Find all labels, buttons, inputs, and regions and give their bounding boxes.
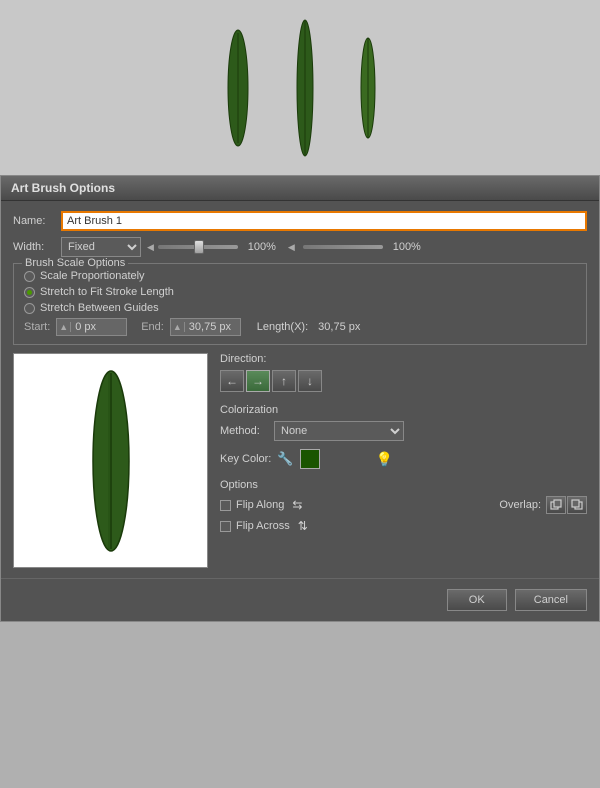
slider1-left-arrow: ◀	[147, 242, 154, 253]
method-select[interactable]: None	[274, 421, 404, 441]
dir-right-btn[interactable]: →	[246, 370, 270, 392]
group-title: Brush Scale Options	[22, 257, 128, 269]
slider1-track[interactable]	[158, 245, 238, 249]
cancel-button[interactable]: Cancel	[515, 589, 587, 611]
slider1-value: 100%	[242, 241, 276, 253]
end-stepper[interactable]: ▲	[171, 322, 185, 332]
dialog-title: Art Brush Options	[1, 176, 599, 201]
direction-label: Direction:	[220, 353, 587, 365]
end-value: 30,75 px	[185, 321, 240, 333]
scale-proportionately-radio[interactable]	[24, 271, 35, 282]
stretch-between-label: Stretch Between Guides	[40, 302, 159, 314]
slider2-value: 100%	[387, 241, 421, 253]
colorization-section: Colorization Method: None Key Color: 🔧 💡	[220, 404, 587, 469]
end-input-wrap[interactable]: ▲ 30,75 px	[170, 318, 241, 336]
options-section: Options Flip Along ⇆ Overlap:	[220, 479, 587, 533]
stretch-between-row[interactable]: Stretch Between Guides	[24, 302, 576, 314]
key-color-label: Key Color:	[220, 453, 271, 465]
leaf-3	[353, 33, 383, 143]
flip-along-row: Flip Along ⇆ Overlap:	[220, 496, 587, 514]
method-label: Method:	[220, 425, 268, 437]
name-input[interactable]	[61, 211, 587, 231]
length-label: Length(X):	[257, 321, 308, 333]
brush-leaf-large	[81, 361, 141, 561]
brush-preview-area	[0, 0, 600, 175]
button-row: OK Cancel	[1, 578, 599, 621]
stretch-to-fit-row[interactable]: Stretch to Fit Stroke Length	[24, 286, 576, 298]
light-icon[interactable]: 💡	[376, 451, 393, 468]
overlap-buttons	[546, 496, 587, 514]
stretch-between-radio[interactable]	[24, 303, 35, 314]
flip-along-label: Flip Along	[236, 499, 284, 511]
flip-across-checkbox[interactable]	[220, 521, 231, 532]
options-panel: Direction: ← → ↑ ↓ Colorization Method: …	[220, 353, 587, 568]
colorization-label: Colorization	[220, 404, 587, 416]
leaf-1	[218, 23, 258, 153]
length-value: 30,75 px	[318, 321, 360, 333]
width-label: Width:	[13, 241, 61, 253]
slider2-left-arrow: ◀	[288, 242, 295, 253]
method-row: Method: None	[220, 421, 587, 441]
direction-buttons: ← → ↑ ↓	[220, 370, 587, 392]
key-color-row: Key Color: 🔧 💡	[220, 449, 587, 469]
flip-across-row: Flip Across ⇅	[220, 519, 587, 533]
name-label: Name:	[13, 215, 61, 227]
overlap-label: Overlap:	[499, 499, 541, 511]
overlap-icon-1	[549, 498, 563, 512]
width-slider-container: ◀ 100% ◀ 100%	[147, 241, 587, 253]
dir-down-btn[interactable]: ↓	[298, 370, 322, 392]
flip-along-icon: ⇆	[292, 498, 302, 512]
scale-proportionately-label: Scale Proportionately	[40, 270, 145, 282]
stretch-to-fit-radio[interactable]	[24, 287, 35, 298]
dir-up-btn[interactable]: ↑	[272, 370, 296, 392]
overlap-btn-2[interactable]	[567, 496, 587, 514]
start-value: 0 px	[71, 321, 126, 333]
end-label: End:	[141, 321, 164, 333]
ok-button[interactable]: OK	[447, 589, 507, 611]
stretch-to-fit-label: Stretch to Fit Stroke Length	[40, 286, 174, 298]
dir-left-btn[interactable]: ←	[220, 370, 244, 392]
flip-across-icon: ⇅	[298, 519, 308, 533]
overlap-btn-1[interactable]	[546, 496, 566, 514]
leaf-2	[288, 13, 323, 163]
flip-along-checkbox[interactable]	[220, 500, 231, 511]
slider2-track[interactable]	[303, 245, 383, 249]
start-stepper[interactable]: ▲	[57, 322, 71, 332]
brush-large-preview	[13, 353, 208, 568]
width-select[interactable]: Fixed	[61, 237, 141, 257]
lower-section: Direction: ← → ↑ ↓ Colorization Method: …	[13, 353, 587, 568]
color-swatch[interactable]	[300, 449, 320, 469]
start-input-wrap[interactable]: ▲ 0 px	[56, 318, 127, 336]
start-label: Start:	[24, 321, 50, 333]
scale-proportionately-row[interactable]: Scale Proportionately	[24, 270, 576, 282]
overlap-icon-2	[570, 498, 584, 512]
options-label: Options	[220, 479, 587, 491]
brush-scale-options-group: Brush Scale Options Scale Proportionatel…	[13, 263, 587, 345]
eyedropper-icon[interactable]: 🔧	[277, 451, 293, 467]
art-brush-options-dialog: Art Brush Options Name: Width: Fixed ◀ 1…	[0, 175, 600, 622]
flip-across-label: Flip Across	[236, 520, 290, 532]
guide-inputs-row: Start: ▲ 0 px End: ▲ 30,75 px Length(X):…	[24, 318, 576, 336]
